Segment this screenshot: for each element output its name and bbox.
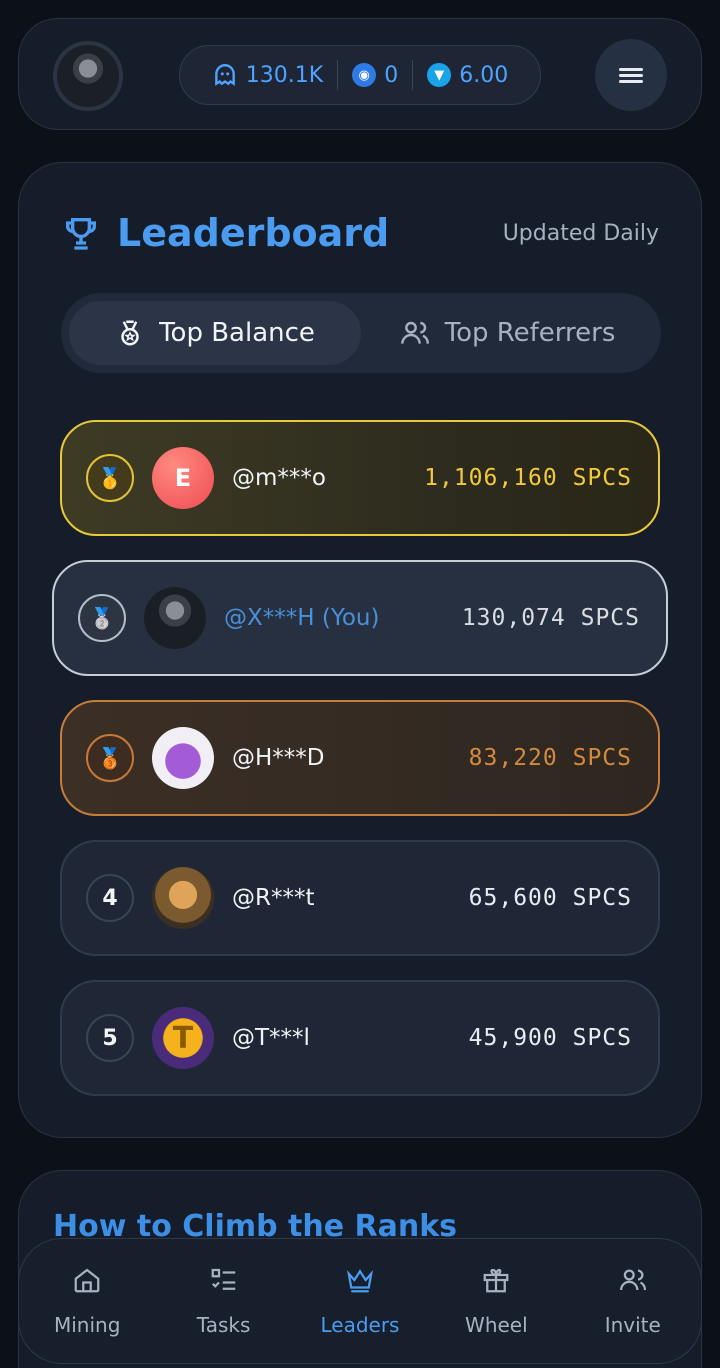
list-item[interactable]: 🥈 @X***H (You) 130,074 SPCS — [52, 560, 668, 676]
leaderboard-tabs: Top Balance Top Referrers — [61, 293, 661, 373]
ghost-icon — [214, 64, 235, 86]
rank-badge: 5 — [86, 1014, 134, 1062]
rank-badge: 4 — [86, 874, 134, 922]
list-item[interactable]: 5 T @T***l 45,900 SPCS — [60, 980, 660, 1096]
nav-tasks[interactable]: Tasks — [169, 1265, 279, 1337]
username: @X***H (You) — [224, 605, 380, 631]
nav-label: Invite — [604, 1313, 661, 1337]
username: @H***D — [232, 745, 325, 771]
updated-label: Updated Daily — [502, 221, 659, 246]
score: 83,220 SPCS — [469, 745, 632, 771]
score: 130,074 SPCS — [462, 605, 640, 631]
nav-label: Tasks — [196, 1313, 251, 1337]
score-unit: SPCS — [572, 465, 632, 491]
gift-icon — [483, 1268, 509, 1293]
ghost-balance-value: 130.1K — [245, 62, 324, 88]
silver-medal-icon: 🥈 — [89, 606, 115, 630]
ton-balance-value: 6.00 — [459, 62, 509, 88]
ton-icon: ▼ — [427, 63, 452, 87]
bronze-medal-icon: 🥉 — [97, 746, 123, 770]
score-value: 45,900 — [468, 1025, 558, 1051]
medal-icon — [121, 320, 139, 346]
username: @m***o — [232, 465, 326, 491]
nav-leaders[interactable]: Leaders — [305, 1265, 415, 1337]
page-title: Leaderboard — [117, 211, 390, 255]
users-icon — [619, 1269, 646, 1291]
ton-balance: ▼ 6.00 — [413, 63, 522, 88]
list-item[interactable]: 4 @R***t 65,600 SPCS — [60, 840, 660, 956]
trophy-icon — [66, 218, 96, 250]
score-unit: SPCS — [580, 605, 640, 631]
score-value: 130,074 — [461, 605, 566, 631]
avatar — [152, 867, 214, 929]
score-unit: SPCS — [572, 1025, 632, 1051]
rank-badge: 🥈 — [78, 594, 126, 642]
home-icon — [74, 1268, 100, 1293]
avatar — [152, 727, 214, 789]
coin-balance-value: 0 — [384, 62, 399, 88]
bottom-nav: Mining Tasks Leaders Wheel Invite — [18, 1238, 702, 1364]
score-unit: SPCS — [572, 885, 632, 911]
hamburger-icon — [619, 65, 643, 86]
score: 1,106,160 SPCS — [424, 465, 632, 491]
gold-medal-icon: 🥇 — [97, 466, 123, 490]
profile-avatar[interactable] — [53, 41, 123, 111]
score-value: 83,220 — [468, 745, 558, 771]
rank-badge: 🥇 — [86, 454, 134, 502]
menu-button[interactable] — [595, 39, 667, 111]
nav-label: Wheel — [465, 1313, 528, 1337]
leaderboard-heading: Leaderboard — [61, 211, 389, 255]
avatar: E — [152, 447, 214, 509]
avatar: T — [152, 1007, 214, 1069]
tab-label: Top Referrers — [444, 318, 616, 348]
tab-top-balance[interactable]: Top Balance — [69, 301, 361, 365]
score: 65,600 SPCS — [469, 885, 632, 911]
rank-badge: 🥉 — [86, 734, 134, 782]
balance-pill: 130.1K ◉ 0 ▼ 6.00 — [179, 45, 541, 105]
tab-label: Top Balance — [159, 318, 315, 348]
list-item[interactable]: 🥇 E @m***o 1,106,160 SPCS — [60, 420, 660, 536]
blue-coin-icon: ◉ — [352, 63, 377, 87]
username: @T***l — [232, 1025, 310, 1051]
score: 45,900 SPCS — [469, 1025, 632, 1051]
nav-label: Leaders — [320, 1313, 400, 1337]
crown-icon — [346, 1269, 374, 1293]
score-unit: SPCS — [572, 745, 632, 771]
tab-top-referrers[interactable]: Top Referrers — [361, 301, 653, 365]
username: @R***t — [232, 885, 315, 911]
tasks-icon — [211, 1268, 235, 1290]
nav-wheel[interactable]: Wheel — [441, 1265, 551, 1337]
list-item[interactable]: 🥉 @H***D 83,220 SPCS — [60, 700, 660, 816]
coin-balance: ◉ 0 — [338, 63, 412, 88]
score-value: 1,106,160 — [424, 465, 558, 491]
nav-invite[interactable]: Invite — [578, 1265, 688, 1337]
nav-label: Mining — [53, 1313, 121, 1337]
score-value: 65,600 — [468, 885, 558, 911]
ghost-balance: 130.1K — [198, 62, 337, 88]
nav-mining[interactable]: Mining — [32, 1265, 142, 1337]
top-bar: 130.1K ◉ 0 ▼ 6.00 — [18, 18, 702, 130]
avatar — [144, 587, 206, 649]
users-icon — [400, 321, 429, 344]
